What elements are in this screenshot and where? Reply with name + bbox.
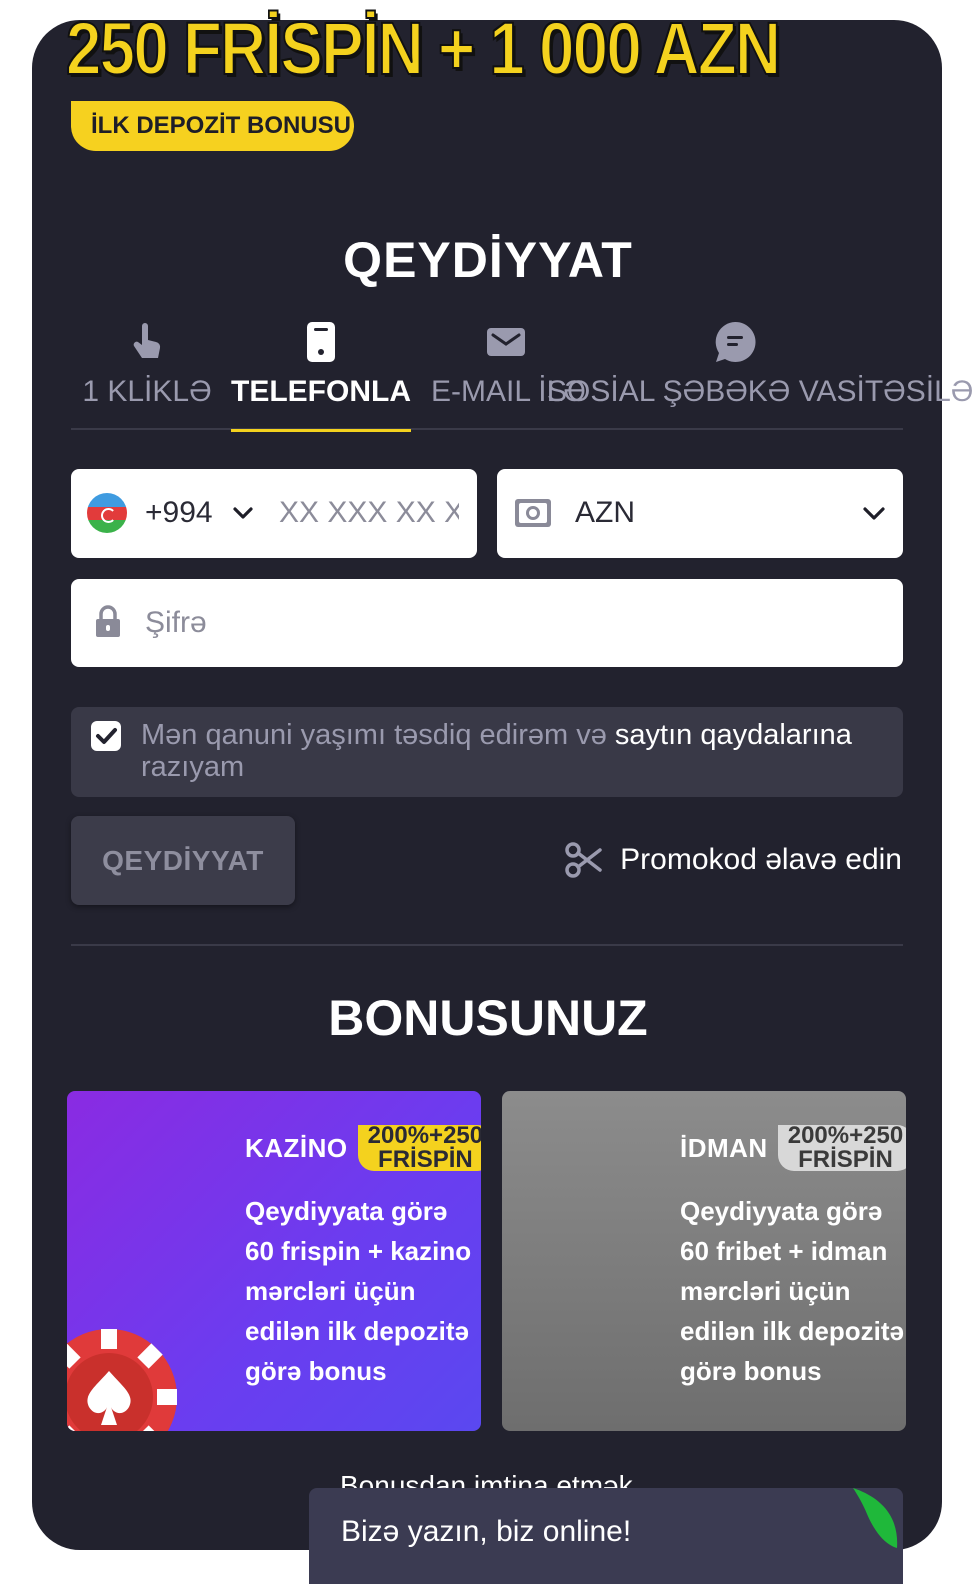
section-divider [71, 944, 903, 946]
age-agreement: Mən qanuni yaşımı təsdiq edirəm və saytı… [71, 707, 903, 797]
registration-tabs: 1 KLİKLƏ TELEFONLA E-MAIL İLƏ SOSİAL ŞƏB… [71, 314, 973, 432]
tab-social[interactable]: SOSİAL ŞƏBƏKƏ VASİTƏSİLƏ [547, 314, 974, 430]
bonus-section-title: BONUSUNUZ [328, 990, 648, 1046]
promo-badge: İLK DEPOZİT BONUSU [71, 101, 354, 151]
tab-social-label: SOSİAL ŞƏBƏKƏ VASİTƏSİLƏ [547, 375, 974, 408]
currency-select[interactable]: AZN [497, 469, 903, 558]
phone-field: +994 [71, 469, 477, 558]
sport-card-header: İDMAN 200%+250 FRİSPİN [680, 1122, 906, 1173]
tab-phone-label: TELEFONLA [231, 375, 411, 408]
bonus-card-casino[interactable]: KAZİNO 200%+250 FRİSPİN Qeydiyyata görə … [67, 1091, 481, 1431]
tab-one-click[interactable]: 1 KLİKLƏ [77, 314, 217, 430]
add-promocode-button[interactable]: Promokod əlavə edin [564, 836, 902, 884]
azerbaijan-flag-icon [87, 493, 127, 533]
chat-label: Bizə yazın, biz online! [341, 1515, 632, 1548]
currency-value: AZN [575, 496, 635, 529]
casino-pill-line2: FRİSPİN [378, 1146, 473, 1173]
chat-bubble-icon [715, 321, 756, 362]
agree-text-main: Mən qanuni yaşımı təsdiq edirəm və [141, 719, 615, 751]
promo-headline: 250 FRİSPİN + 1 000 AZN [65, 6, 782, 91]
check-icon [96, 728, 117, 744]
page-title: QEYDİYYAT [343, 232, 633, 288]
phone-icon [307, 322, 335, 362]
password-input[interactable] [145, 597, 865, 649]
chevron-down-icon[interactable] [861, 501, 887, 525]
add-promocode-label: Promokod əlavə edin [620, 843, 902, 876]
rules-link[interactable]: saytın qaydalarına [615, 719, 852, 751]
agree-text-end: razıyam [141, 751, 245, 783]
tap-hand-icon [133, 323, 161, 358]
bonus-card-sport[interactable]: İDMAN 200%+250 FRİSPİN Qeydiyyata görə 6… [502, 1091, 906, 1431]
tab-one-click-label: 1 KLİKLƏ [82, 375, 212, 408]
password-field [71, 579, 903, 667]
cash-icon [515, 499, 551, 527]
casino-bonus-pill: 200%+250 FRİSPİN [357, 1122, 481, 1173]
agree-text: Mən qanuni yaşımı təsdiq edirəm və saytı… [141, 719, 881, 783]
casino-description: Qeydiyyata görə 60 frispin + kazino mərc… [245, 1196, 472, 1386]
tab-phone[interactable]: TELEFONLA [231, 314, 411, 432]
register-button[interactable]: QEYDİYYAT [71, 816, 295, 905]
agree-checkbox[interactable] [91, 721, 121, 751]
sport-pill-line2: FRİSPİN [798, 1146, 893, 1173]
live-chat-bar[interactable]: Bizə yazın, biz online! [309, 1488, 903, 1584]
casino-card-header: KAZİNO 200%+250 FRİSPİN [245, 1122, 481, 1173]
casino-chip-icon [67, 1329, 177, 1431]
casino-pill-line1: 200%+250 [367, 1122, 481, 1149]
sport-description: Qeydiyyata görə 60 fribet + idman mərclə… [680, 1196, 904, 1386]
sport-pill-line1: 200%+250 [787, 1122, 904, 1149]
chevron-down-icon[interactable] [231, 501, 255, 525]
lock-icon [96, 605, 120, 637]
country-code[interactable]: +994 [145, 491, 213, 535]
sport-category: İDMAN [680, 1132, 768, 1163]
sport-bonus-pill: 200%+250 FRİSPİN [777, 1122, 906, 1173]
scissors-icon [565, 842, 602, 878]
mail-icon [487, 328, 525, 356]
phone-input[interactable] [279, 487, 459, 539]
chat-status-icon [853, 1488, 898, 1548]
casino-category: KAZİNO [245, 1132, 348, 1163]
